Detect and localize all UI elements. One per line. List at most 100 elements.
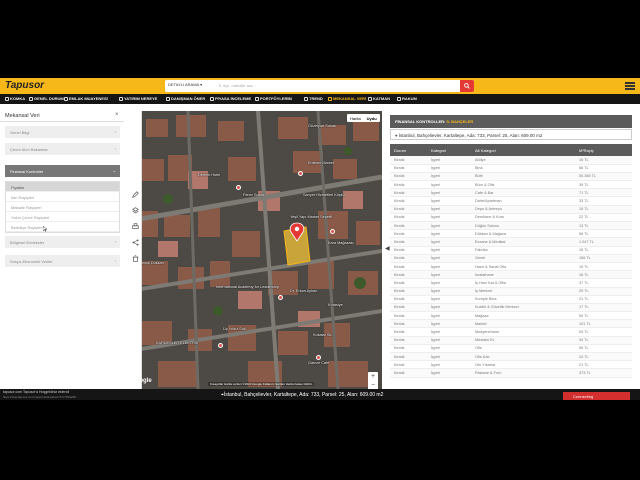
table-row[interactable]: Kiralık İşyeri Cafe & Bar 71 TL	[390, 188, 632, 198]
nav-item[interactable]: PİYASA İNCELEME	[210, 96, 251, 101]
table-cell: Bina	[471, 164, 575, 173]
map-type-map[interactable]: Harita	[347, 114, 364, 122]
table-cell: İşyeri	[427, 262, 471, 272]
table-row[interactable]: Kiralık İşyeri İş Hanı Kat & Ofisi 37 TL	[390, 278, 632, 288]
table-cell: Kiralık	[390, 287, 427, 296]
accordion-financial[interactable]: Finansal Kontroller ⌄	[5, 165, 120, 177]
search-button[interactable]	[460, 80, 474, 92]
table-cell: Muayenehane	[471, 327, 575, 337]
table-cell: 50 TL	[575, 311, 632, 321]
map-poi-icon[interactable]	[316, 355, 321, 360]
table-row[interactable]: Kiralık İşyeri İmalathane 16 TL	[390, 270, 632, 280]
sub-item-nearby-rates[interactable]: Yakın Çevre Rayiçleri	[6, 212, 119, 222]
sub-item-listing-rates[interactable]: İlan Rayiçleri	[6, 192, 119, 202]
table-cell: İşyeri	[427, 287, 471, 296]
accordion-general[interactable]: Genel Bilgi ›	[5, 126, 120, 138]
column-header[interactable]: Alt Kategori	[471, 144, 575, 156]
search-input[interactable]: İl, ilçe, mahalle ara...	[219, 83, 256, 88]
share-icon[interactable]	[132, 239, 139, 246]
table-row[interactable]: Kiralık İşyeri Muayenehane 53 TL	[390, 327, 632, 337]
table-cell: Kiralık	[390, 311, 427, 321]
pencil-icon[interactable]	[132, 191, 139, 198]
map-poi-icon[interactable]	[278, 295, 283, 300]
results-table-scroll[interactable]: Durum Kategori Alt Kategori M²Rayiç Kira…	[390, 144, 632, 390]
map-poi-icon[interactable]	[298, 171, 303, 176]
table-row[interactable]: Kiralık İşyeri Depo & Antrepo 15 TL	[390, 205, 632, 214]
table-row[interactable]: Kiralık İşyeri Düğün Salonu 13 TL	[390, 221, 632, 231]
nav-item[interactable]: EMLAK MUAYENESİ	[64, 96, 108, 101]
table-cell: Kiralık	[390, 270, 427, 280]
table-cell: İşyeri	[427, 327, 471, 337]
table-row[interactable]: Kiralık İşyeri Dershane & Kurs 22 TL	[390, 213, 632, 223]
table-row[interactable]: Kiralık İşyeri Bina 66 TL	[390, 164, 632, 173]
table-cell: İşyeri	[427, 360, 471, 370]
table-row[interactable]: Kiralık İşyeri Market 101 TL	[390, 319, 632, 329]
column-header[interactable]: M²Rayiç	[575, 144, 632, 156]
table-row[interactable]: Kiralık İşyeri Fabrika 16 TL	[390, 246, 632, 255]
map-attribution[interactable]: Kısayollar Harita verileri ©2023 Google …	[208, 382, 315, 386]
zoom-in-button[interactable]: +	[368, 372, 378, 381]
sub-item-municipal-rates[interactable]: Belediye Rayiçleri	[6, 222, 119, 232]
nav-item[interactable]: MEKANSAL VERİ	[328, 96, 366, 101]
nav-item[interactable]: KATMAN	[368, 96, 390, 101]
table-row[interactable]: Kiralık İşyeri Daire/Apartman 33 TL	[390, 196, 632, 206]
layers-icon[interactable]	[132, 207, 139, 214]
map-poi-icon[interactable]	[236, 185, 241, 190]
accordion-environment[interactable]: Çevre Alım Rakamlar ›	[5, 143, 120, 155]
accordion-socioeconomic[interactable]: Sosyo-Ekonomik Veriler ›	[5, 255, 120, 267]
table-row[interactable]: Kiralık İşyeri Kuaför & Güzellik Merkezi 17…	[390, 303, 632, 313]
table-cell: Kiralık	[390, 229, 427, 239]
table-cell: İşyeri	[427, 303, 471, 313]
table-row[interactable]: Kiralık İşyeri İş Merkezi 29 TL	[390, 287, 632, 296]
print-icon[interactable]	[132, 223, 139, 230]
sub-item-prices[interactable]: Fiyatlar	[6, 182, 119, 192]
left-panel: Mekansal Veri × Genel Bilgi › Çevre Alım…	[0, 110, 124, 270]
table-row[interactable]: Kiralık İşyeri Pastane & Fırın 373 TL	[390, 368, 632, 378]
table-row[interactable]: Kiralık İşyeri Mağaza 50 TL	[390, 311, 632, 321]
table-row[interactable]: Kiralık İşyeri Komple Bina 21 TL	[390, 295, 632, 304]
accordion-regional-index[interactable]: Bölgesel Endeksler ›	[5, 236, 120, 248]
map-poi-icon[interactable]	[218, 343, 223, 348]
table-row[interactable]: Kiralık İşyeri Eczane & Medikal 1.047 TL	[390, 237, 632, 247]
close-icon[interactable]: ×	[115, 112, 119, 118]
nav-item[interactable]: KOMKA	[5, 96, 25, 101]
table-row[interactable]: Kiralık İşyeri Oto Yıkama 21 TL	[390, 360, 632, 370]
search-box[interactable]: DETAYLI ARAMA ▾ İl, ilçe, mahalle ara...	[165, 80, 474, 92]
nav-item[interactable]: DANIŞMAN ÖNER	[166, 96, 205, 101]
map-label: Sarıyer Hizmetleri Köşkü	[303, 193, 345, 197]
table-cell: Kiralık	[390, 196, 427, 206]
search-category-select[interactable]: DETAYLI ARAMA ▾	[168, 82, 202, 87]
sub-item-neighborhood-rates[interactable]: Mahalle Rayiçleri	[6, 202, 119, 212]
table-cell: 39 TL	[575, 180, 632, 190]
table-row[interactable]: Kiralık İşyeri Hazır & Sanal Ofis 19 TL	[390, 262, 632, 272]
menu-icon[interactable]	[625, 82, 635, 90]
map-poi-icon[interactable]	[330, 229, 335, 234]
column-header[interactable]: Kategori	[427, 144, 471, 156]
map-type-satellite[interactable]: Uydu	[364, 114, 380, 122]
nav-item[interactable]: GENEL DURUM	[29, 96, 64, 101]
table-row[interactable]: Kiralık İşyeri Ofis 59 TL	[390, 344, 632, 354]
nav-item[interactable]: YATIRIM NEREYE	[119, 96, 157, 101]
map-type-toggle[interactable]: Harita Uydu	[347, 114, 380, 122]
table-row[interactable]: Kiralık İşyeri Büfe 50.385 TL	[390, 172, 632, 182]
nav-item[interactable]: PORTFÖYLERİM	[255, 96, 292, 101]
nav-item[interactable]: TREND	[304, 96, 323, 101]
satellite-map[interactable]: Sarıyer Hizmetleri Köşkü Güzelyurt Sokak…	[128, 111, 382, 389]
status-address-text: İstanbul, Bahçelievler, Kartaltepe, Ada:…	[223, 392, 384, 398]
table-row[interactable]: Kiralık İşyeri Büro & Ofis 39 TL	[390, 180, 632, 190]
table-row[interactable]: Kiralık İşyeri Müstakil Ev 34 TL	[390, 336, 632, 345]
table-cell: 17 TL	[575, 303, 632, 313]
table-header-row: Durum Kategori Alt Kategori M²Rayiç	[390, 144, 632, 156]
table-row[interactable]: Kiralık İşyeri Genel 156 TL	[390, 254, 632, 263]
table-cell: İşyeri	[427, 254, 471, 263]
table-row[interactable]: Kiralık İşyeri Atölye 15 TL	[390, 156, 632, 165]
trash-icon[interactable]	[132, 255, 139, 262]
table-cell: 1.047 TL	[575, 237, 632, 247]
table-row[interactable]: Kiralık İşyeri Dükkan & Mağaza 56 TL	[390, 229, 632, 239]
column-header[interactable]: Durum	[390, 144, 427, 156]
table-row[interactable]: Kiralık İşyeri Ofis Katı 24 TL	[390, 352, 632, 362]
panel-collapse-icon[interactable]: ◀	[385, 245, 390, 252]
nav-item-label: GENEL DURUM	[34, 96, 64, 101]
nav-item[interactable]: RAKUM	[397, 96, 417, 101]
brand-logo[interactable]: Tapusor	[5, 80, 44, 91]
